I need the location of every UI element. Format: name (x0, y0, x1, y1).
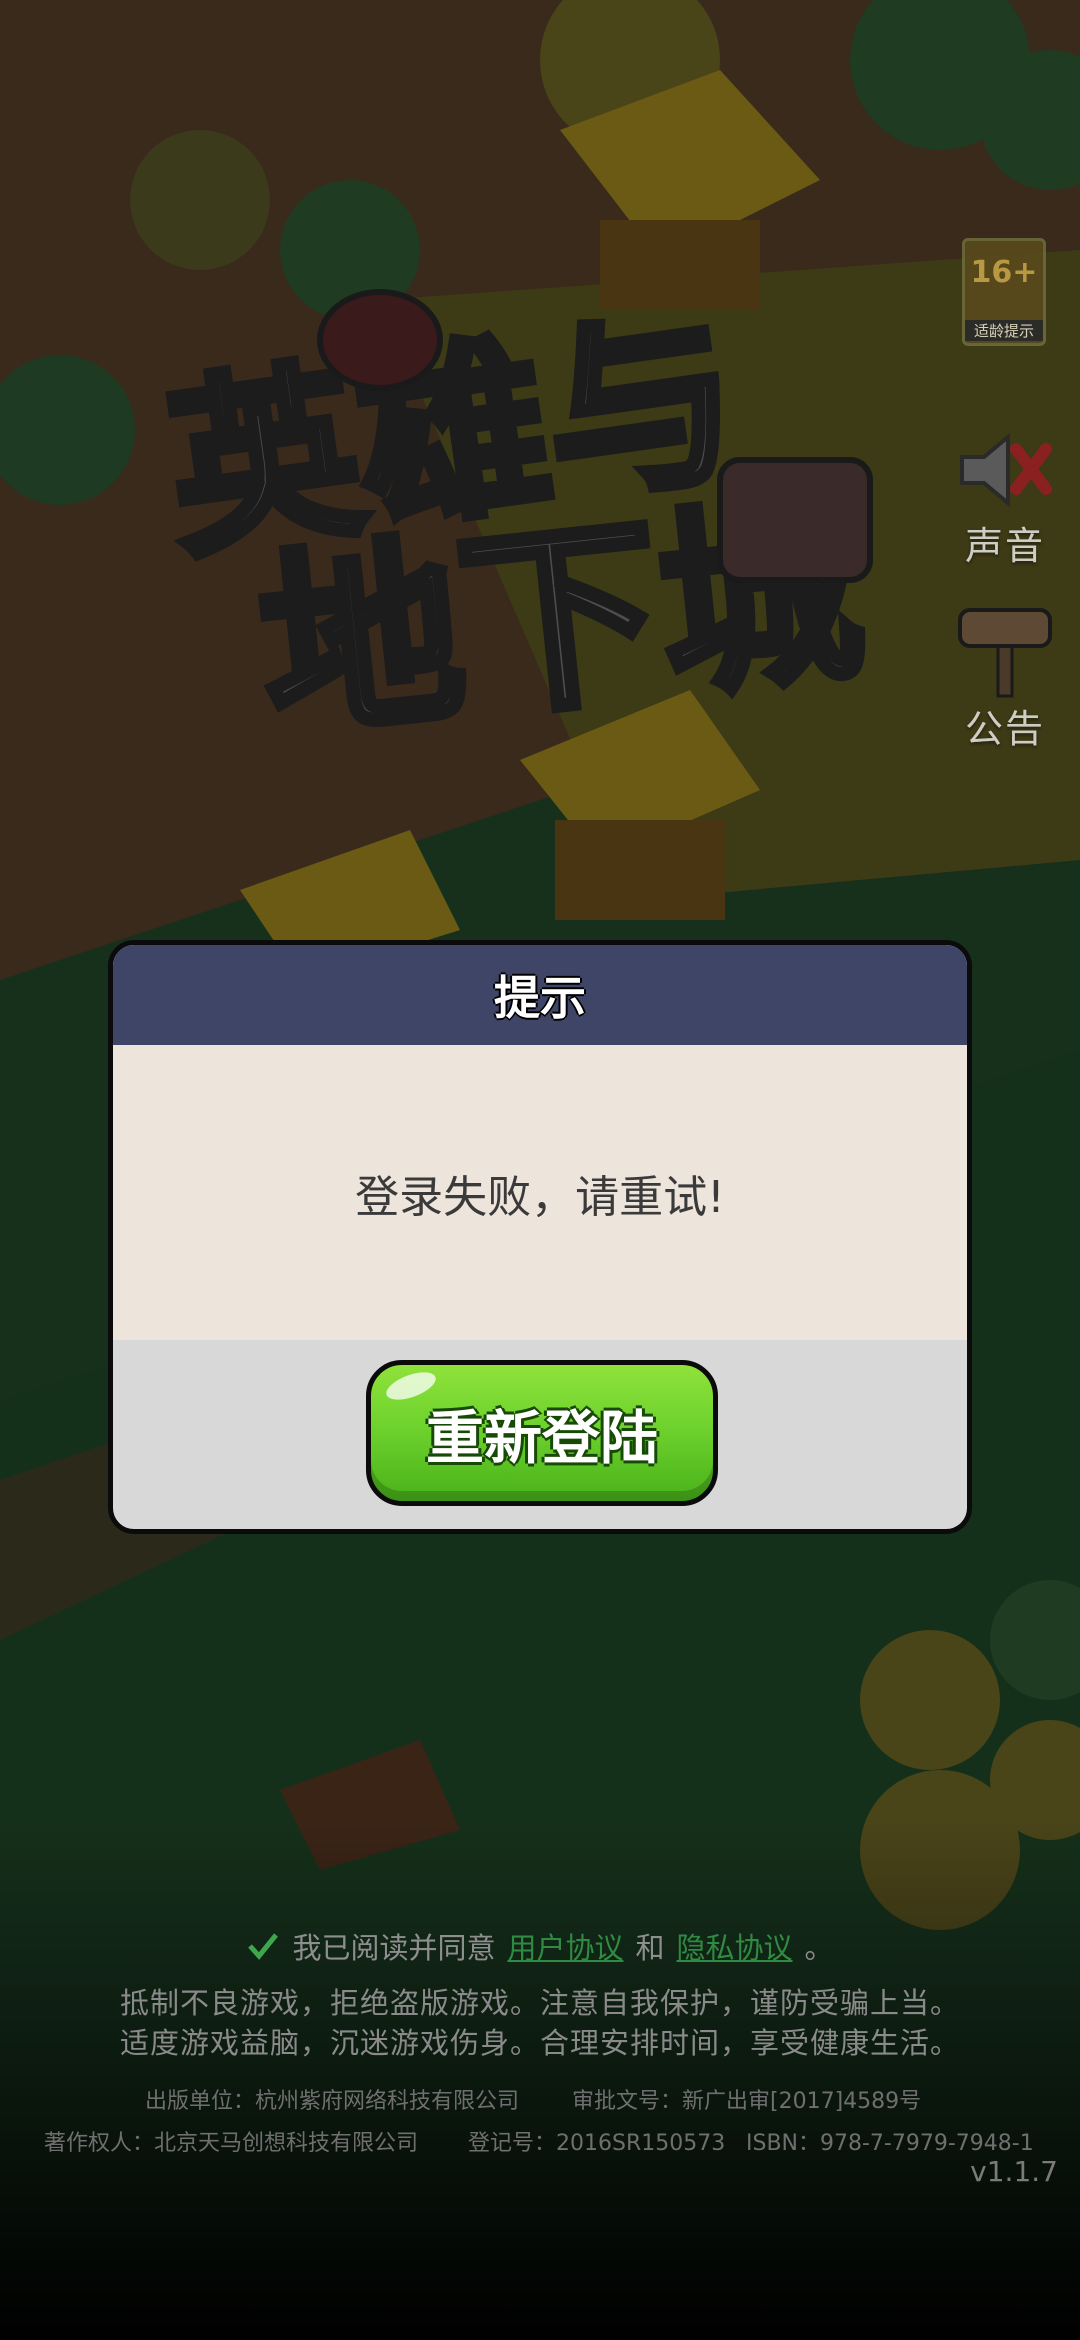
health-notice-line-2: 适度游戏益脑，沉迷游戏伤身。合理安排时间，享受健康生活。 (119, 2026, 960, 2060)
relogin-button[interactable]: 重新登陆 (366, 1360, 718, 1506)
agreement-checkbox[interactable] (246, 1929, 280, 1963)
sound-toggle-button[interactable]: 声音 (950, 425, 1060, 570)
checkmark-icon (248, 1933, 279, 1960)
health-notice-line-1: 抵制不良游戏，拒绝盗版游戏。注意自我保护，谨防受骗上当。 (119, 1986, 960, 2020)
agreement-and: 和 (635, 1931, 665, 1965)
signpost-icon (958, 608, 1052, 698)
dialog-message: 登录失败，请重试! (355, 1171, 725, 1223)
dialog-body: 登录失败，请重试! (113, 1045, 967, 1340)
approval-number-text: 审批文号：新广出审[2017]4589号 (572, 2089, 922, 2114)
dialog-title: 提示 (494, 971, 586, 1025)
login-failed-dialog: 提示 登录失败，请重试! 重新登陆 (108, 940, 972, 1534)
agreement-row: 我已阅读并同意 用户协议 和 隐私协议 。 (0, 1925, 1080, 1967)
dialog-header: 提示 (113, 945, 967, 1045)
age-rating-number: 16+ (970, 255, 1038, 290)
age-rating-label: 适龄提示 (965, 320, 1043, 341)
sound-muted-icon (960, 432, 1052, 508)
age-rating-badge[interactable]: 16+ 适龄提示 (962, 238, 1046, 346)
sound-label: 声音 (964, 524, 1045, 568)
registration-number-text: 登记号：2016SR150573 (468, 2131, 726, 2156)
publisher-text: 出版单位：杭州紫府网络科技有限公司 (145, 2089, 520, 2114)
agreement-prefix: 我已阅读并同意 (292, 1931, 496, 1965)
copyright-holder-text: 著作权人：北京天马创想科技有限公司 (44, 2131, 419, 2156)
dialog-footer: 重新登陆 (113, 1340, 967, 1529)
privacy-agreement-link[interactable]: 隐私协议 (677, 1925, 793, 1967)
version-label: v1.1.7 (970, 2155, 1058, 2188)
announcement-label: 公告 (964, 707, 1045, 751)
announcement-button[interactable]: 公告 (950, 598, 1060, 753)
isbn-text: ISBN：978-7-7979-7948-1 (746, 2131, 1034, 2156)
relogin-button-label: 重新登陆 (425, 1404, 658, 1472)
agreement-suffix: 。 (804, 1931, 834, 1965)
user-agreement-link[interactable]: 用户协议 (507, 1925, 623, 1967)
